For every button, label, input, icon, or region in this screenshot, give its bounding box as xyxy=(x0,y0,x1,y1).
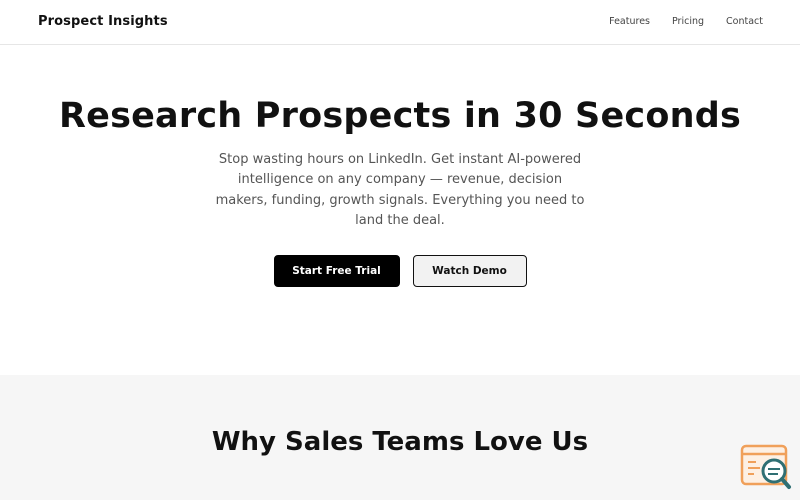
top-navbar: Prospect Insights Features Pricing Conta… xyxy=(0,0,800,45)
hero-section: Research Prospects in 30 Seconds Stop wa… xyxy=(0,46,800,375)
nav-link-pricing[interactable]: Pricing xyxy=(672,16,704,27)
hero-subtitle: Stop wasting hours on LinkedIn. Get inst… xyxy=(215,152,585,228)
features-section: Why Sales Teams Love Us xyxy=(0,375,800,500)
features-title: Why Sales Teams Love Us xyxy=(211,427,589,457)
cta-button-row: Start Free Trial Watch Demo xyxy=(0,255,800,287)
watch-demo-button[interactable]: Watch Demo xyxy=(412,255,527,287)
hero-title: Research Prospects in 30 Seconds xyxy=(59,96,741,136)
nav-links: Features Pricing Contact xyxy=(609,16,763,27)
brand-logo-text[interactable]: Prospect Insights xyxy=(38,14,168,29)
nav-link-features[interactable]: Features xyxy=(609,16,650,27)
search-document-icon xyxy=(740,444,791,489)
nav-link-contact[interactable]: Contact xyxy=(726,16,763,27)
help-widget-button[interactable] xyxy=(740,444,792,492)
start-free-trial-button[interactable]: Start Free Trial xyxy=(273,255,400,287)
